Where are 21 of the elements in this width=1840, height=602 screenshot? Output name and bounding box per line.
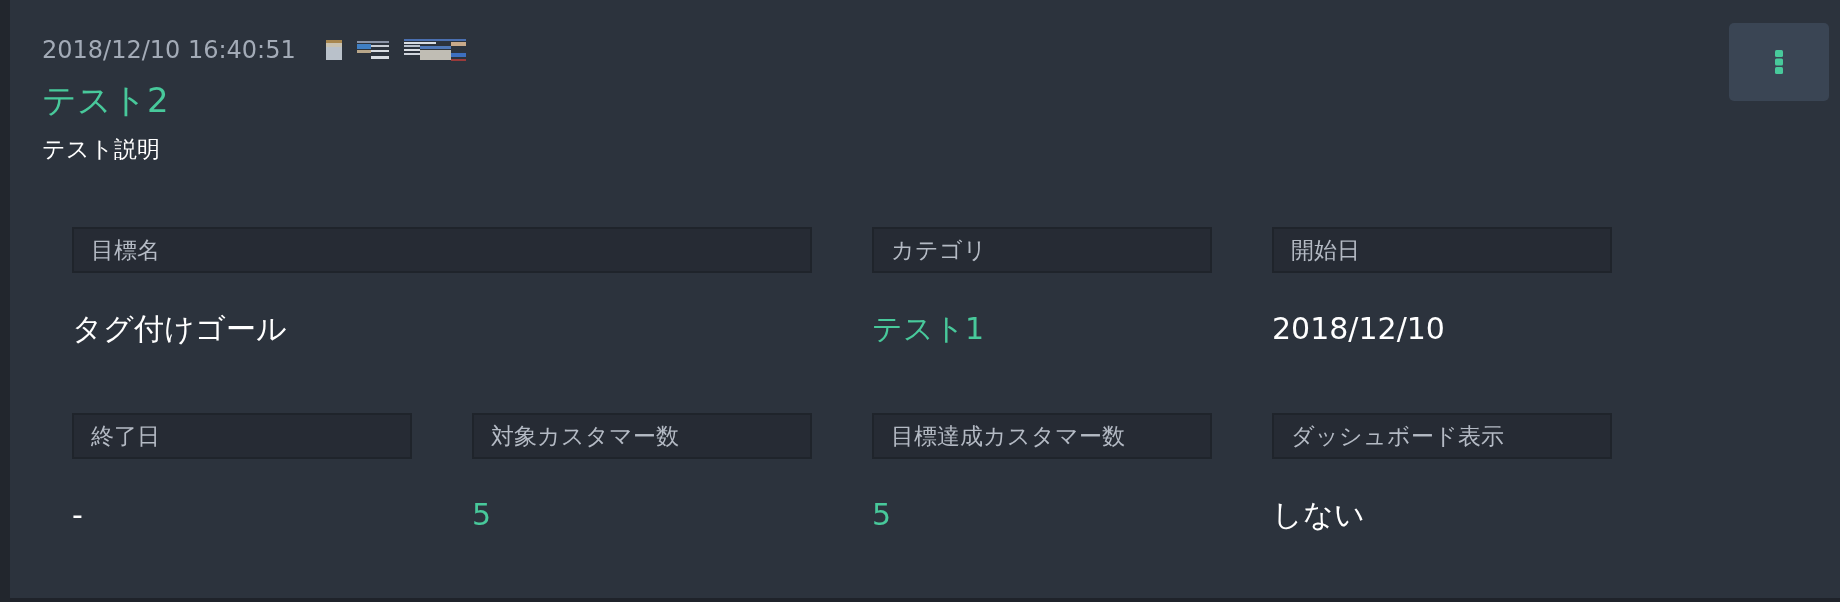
timestamp: 2018/12/10 16:40:51 xyxy=(42,35,296,66)
field-value: 2018/12/10 xyxy=(1272,311,1445,347)
field-label: 開始日 xyxy=(1272,227,1612,273)
field-label: ダッシュボード表示 xyxy=(1272,413,1612,459)
field-label: 終了日 xyxy=(72,413,412,459)
vertical-dots-icon xyxy=(1775,50,1783,74)
value-link[interactable]: テスト1 xyxy=(872,311,985,347)
field-label: 目標名 xyxy=(72,227,812,273)
field-label: カテゴリ xyxy=(872,227,1212,273)
thumbnail-icon[interactable] xyxy=(356,41,389,59)
field-value: - xyxy=(72,497,83,533)
field-label: 目標達成カスタマー数 xyxy=(872,413,1212,459)
field-label: 対象カスタマー数 xyxy=(472,413,812,459)
thumbnail-icon[interactable] xyxy=(403,39,466,61)
value-link[interactable]: 5 xyxy=(472,497,492,533)
post-description: テスト説明 xyxy=(42,135,160,164)
value-link[interactable]: 5 xyxy=(872,497,892,533)
field-value: しない xyxy=(1272,497,1365,533)
field-value: タグ付けゴール xyxy=(72,311,287,347)
thumbnail-icon[interactable] xyxy=(325,40,342,60)
post-title[interactable]: テスト2 xyxy=(42,80,169,120)
